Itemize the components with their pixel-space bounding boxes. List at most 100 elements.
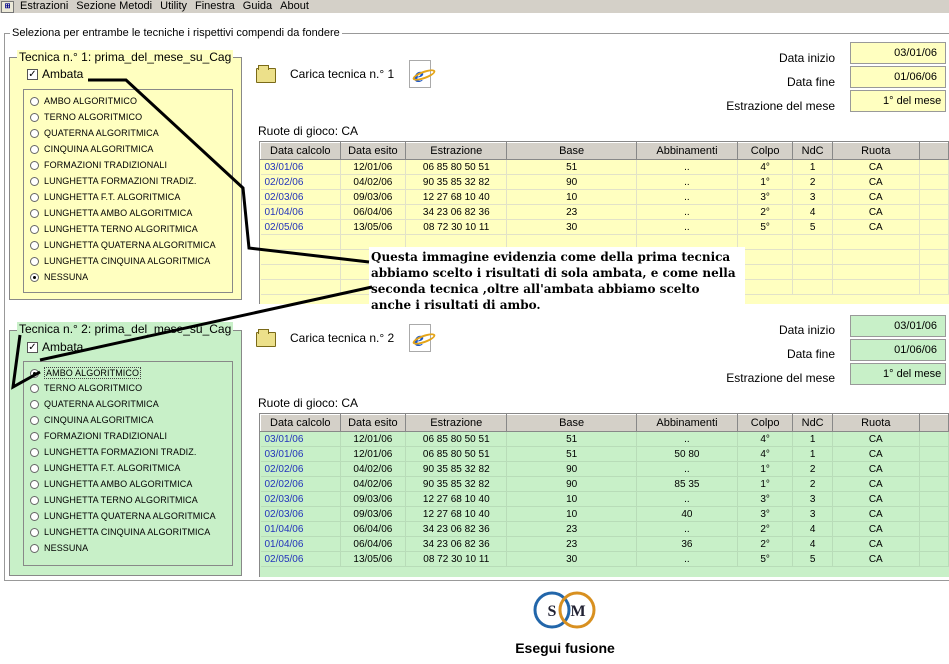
radio-option[interactable]: TERNO ALGORITMICO bbox=[30, 383, 142, 393]
radio-option[interactable]: CINQUINA ALGORITMICA bbox=[30, 144, 154, 154]
radio-option[interactable]: LUNGHETTA F.T. ALGORITMICA bbox=[30, 463, 180, 473]
menu-estrazioni[interactable]: Estrazioni bbox=[16, 0, 72, 13]
radio-option[interactable]: QUATERNA ALGORITMICA bbox=[30, 399, 159, 409]
menu-sezione-metodi[interactable]: Sezione Metodi bbox=[72, 0, 156, 13]
column-header[interactable]: Abbinamenti bbox=[635, 414, 738, 432]
table-row[interactable]: 02/02/06 04/02/06 90 35 85 32 82 90.. 1° 2 CA bbox=[260, 461, 949, 477]
table-row[interactable]: 02/03/06 09/03/06 12 27 68 10 40 10.. 3° 3 CA bbox=[260, 189, 949, 205]
column-header[interactable]: Data esito bbox=[339, 142, 407, 160]
column-header[interactable]: Estrazione bbox=[405, 142, 508, 160]
radio-option[interactable]: LUNGHETTA F.T. ALGORITMICA bbox=[30, 192, 180, 202]
table-row[interactable]: 03/01/06 12/01/06 06 85 80 50 51 51.. 4° 1 CA bbox=[260, 431, 949, 447]
table-row[interactable]: 02/05/06 13/05/06 08 72 30 10 11 30.. 5° 5 CA bbox=[260, 551, 949, 567]
table-row[interactable]: 02/03/06 09/03/06 12 27 68 10 40 10 40 3° 3 CA bbox=[260, 506, 949, 522]
column-header[interactable]: Data esito bbox=[339, 414, 407, 432]
menu-utility[interactable]: Utility bbox=[156, 0, 191, 13]
radio-icon[interactable] bbox=[30, 383, 39, 393]
tecnica1-load-label[interactable]: Carica tecnica n.° 1 bbox=[290, 67, 394, 81]
internet-explorer-icon[interactable]: e bbox=[409, 60, 437, 88]
table-row[interactable]: 02/02/06 04/02/06 90 35 85 32 82 90.. 1° 2 CA bbox=[260, 174, 949, 190]
radio-icon[interactable] bbox=[30, 112, 39, 122]
tecnica2-results-table[interactable]: Data calcolo Data esito Estrazione Base Abbi… bbox=[259, 413, 949, 577]
column-header[interactable]: Ruota bbox=[831, 142, 920, 160]
radio-icon[interactable] bbox=[30, 495, 39, 505]
radio-icon[interactable] bbox=[30, 256, 39, 266]
fusion-logo-icon[interactable]: S M bbox=[528, 589, 603, 631]
radio-option[interactable]: AMBO ALGORITMICO bbox=[30, 96, 137, 106]
column-header[interactable]: Base bbox=[506, 414, 637, 432]
folder-open-icon[interactable] bbox=[256, 329, 276, 347]
column-header[interactable]: Data calcolo bbox=[260, 142, 341, 160]
tecnica2-data-fine-field[interactable]: 01/06/06 bbox=[850, 339, 946, 361]
column-header[interactable]: Data calcolo bbox=[260, 414, 341, 432]
column-header[interactable]: NdC bbox=[792, 414, 833, 432]
column-header[interactable]: Abbinamenti bbox=[635, 142, 738, 160]
column-header[interactable]: Colpo bbox=[736, 414, 794, 432]
radio-icon[interactable] bbox=[30, 160, 39, 170]
radio-icon[interactable] bbox=[30, 144, 39, 154]
radio-option[interactable]: LUNGHETTA QUATERNA ALGORITMICA bbox=[30, 240, 216, 250]
radio-option[interactable]: NESSUNA bbox=[30, 543, 88, 553]
menu-finestra[interactable]: Finestra bbox=[191, 0, 239, 13]
column-header[interactable]: Estrazione bbox=[405, 414, 508, 432]
table-row[interactable]: 01/04/06 06/04/06 34 23 06 82 36 23.. 2° 4 CA bbox=[260, 204, 949, 220]
radio-icon[interactable] bbox=[30, 208, 39, 218]
radio-option[interactable]: LUNGHETTA CINQUINA ALGORITMICA bbox=[30, 527, 210, 537]
column-header[interactable]: Base bbox=[506, 142, 637, 160]
table-row[interactable]: 02/02/06 04/02/06 90 35 85 32 82 90 85 35 1° 2… bbox=[260, 476, 949, 492]
radio-option[interactable]: LUNGHETTA FORMAZIONI TRADIZ. bbox=[30, 447, 196, 457]
radio-icon[interactable] bbox=[30, 463, 39, 473]
radio-icon[interactable] bbox=[30, 128, 39, 138]
table-row[interactable]: 01/04/06 06/04/06 34 23 06 82 36 23 36 2° 4 CA bbox=[260, 536, 949, 552]
radio-selected-icon[interactable] bbox=[30, 272, 39, 282]
radio-selected-icon[interactable] bbox=[30, 368, 39, 378]
radio-icon[interactable] bbox=[30, 479, 39, 489]
table-row[interactable]: 03/01/06 12/01/06 06 85 80 50 51 51 50 80 4° 1… bbox=[260, 446, 949, 462]
checkbox-checked-icon[interactable]: ✓ bbox=[27, 341, 38, 353]
internet-explorer-icon[interactable]: e bbox=[409, 324, 437, 352]
radio-icon[interactable] bbox=[30, 527, 39, 537]
menu-about[interactable]: About bbox=[276, 0, 313, 13]
app-icon[interactable]: ⊞ bbox=[1, 0, 14, 13]
menu-guida[interactable]: Guida bbox=[239, 0, 276, 13]
tecnica1-data-inizio-field[interactable]: 03/01/06 bbox=[850, 42, 946, 64]
checkbox-checked-icon[interactable]: ✓ bbox=[27, 68, 38, 80]
tecnica2-ambata-checkbox[interactable]: ✓ Ambata bbox=[27, 340, 83, 354]
radio-icon[interactable] bbox=[30, 431, 39, 441]
column-header[interactable] bbox=[918, 142, 949, 160]
tecnica1-data-fine-field[interactable]: 01/06/06 bbox=[850, 66, 946, 88]
radio-icon[interactable] bbox=[30, 176, 39, 186]
radio-icon[interactable] bbox=[30, 224, 39, 234]
radio-option[interactable]: FORMAZIONI TRADIZIONALI bbox=[30, 160, 167, 170]
radio-option[interactable]: LUNGHETTA FORMAZIONI TRADIZ. bbox=[30, 176, 196, 186]
radio-icon[interactable] bbox=[30, 447, 39, 457]
table-row[interactable]: 01/04/06 06/04/06 34 23 06 82 36 23.. 2° 4 CA bbox=[260, 521, 949, 537]
radio-option[interactable]: LUNGHETTA QUATERNA ALGORITMICA bbox=[30, 511, 216, 521]
radio-option[interactable]: CINQUINA ALGORITMICA bbox=[30, 415, 154, 425]
radio-icon[interactable] bbox=[30, 192, 39, 202]
tecnica2-estrazione-field[interactable]: 1° del mese bbox=[850, 363, 946, 385]
radio-option[interactable]: LUNGHETTA CINQUINA ALGORITMICA bbox=[30, 256, 210, 266]
radio-icon[interactable] bbox=[30, 96, 39, 106]
column-header[interactable] bbox=[918, 414, 949, 432]
tecnica2-data-inizio-field[interactable]: 03/01/06 bbox=[850, 315, 946, 337]
radio-icon[interactable] bbox=[30, 415, 39, 425]
radio-option[interactable]: TERNO ALGORITMICO bbox=[30, 112, 142, 122]
folder-open-icon[interactable] bbox=[256, 65, 276, 83]
radio-option[interactable]: LUNGHETTA TERNO ALGORITMICA bbox=[30, 495, 198, 505]
table-row[interactable]: 02/05/06 13/05/06 08 72 30 10 11 30.. 5° 5 CA bbox=[260, 219, 949, 235]
run-fusion-label[interactable]: Esegui fusione bbox=[490, 640, 640, 656]
radio-option[interactable]: AMBO ALGORITMICO bbox=[30, 367, 142, 379]
column-header[interactable]: Colpo bbox=[736, 142, 794, 160]
radio-option[interactable]: LUNGHETTA AMBO ALGORITMICA bbox=[30, 479, 192, 489]
tecnica1-estrazione-field[interactable]: 1° del mese bbox=[850, 90, 946, 112]
radio-option[interactable]: QUATERNA ALGORITMICA bbox=[30, 128, 159, 138]
table-row[interactable]: 03/01/06 12/01/06 06 85 80 50 51 51.. 4° 1 CA bbox=[260, 159, 949, 175]
column-header[interactable]: NdC bbox=[792, 142, 833, 160]
tecnica2-load-label[interactable]: Carica tecnica n.° 2 bbox=[290, 331, 394, 345]
table-row[interactable]: 02/03/06 09/03/06 12 27 68 10 40 10.. 3° 3 CA bbox=[260, 491, 949, 507]
radio-option[interactable]: LUNGHETTA AMBO ALGORITMICA bbox=[30, 208, 192, 218]
radio-icon[interactable] bbox=[30, 511, 39, 521]
tecnica1-ambata-checkbox[interactable]: ✓ Ambata bbox=[27, 67, 83, 81]
radio-icon[interactable] bbox=[30, 399, 39, 409]
